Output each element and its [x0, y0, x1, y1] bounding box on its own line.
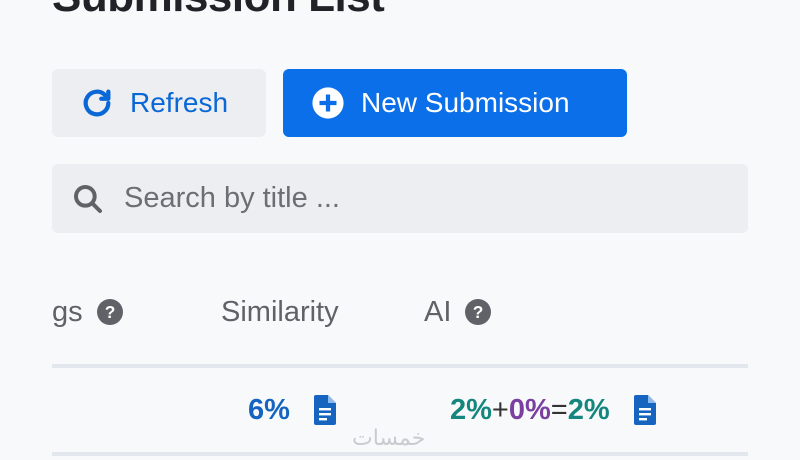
- column-header-similarity[interactable]: Similarity: [221, 290, 339, 334]
- ai-score-human: 2%: [450, 393, 492, 426]
- row-divider: [52, 452, 748, 456]
- column-header-ai[interactable]: AI ?: [424, 290, 492, 334]
- ai-score-plus: +: [491, 393, 509, 426]
- refresh-icon: [80, 86, 114, 120]
- ai-score-equals: =: [550, 393, 568, 426]
- similarity-score[interactable]: 6%: [248, 394, 290, 427]
- svg-text:?: ?: [104, 302, 115, 322]
- new-submission-button[interactable]: New Submission: [283, 69, 627, 137]
- search-box[interactable]: [52, 164, 748, 233]
- document-icon[interactable]: [633, 395, 656, 425]
- table-row-ai-cell[interactable]: 2% + 0% = 2%: [450, 388, 656, 432]
- ai-score-paraphrase: 0%: [508, 393, 551, 426]
- help-icon[interactable]: ?: [96, 299, 123, 325]
- watermark: خمسات: [352, 426, 426, 451]
- column-header-flags-label: gs: [52, 295, 83, 328]
- column-header-ai-label: AI: [424, 295, 452, 328]
- refresh-label: Refresh: [130, 87, 229, 118]
- page-title: Submission List: [52, 0, 385, 22]
- help-icon[interactable]: ?: [465, 299, 492, 325]
- header-divider: [52, 364, 748, 368]
- refresh-button[interactable]: Refresh: [52, 69, 266, 137]
- ai-score-total: 2%: [567, 393, 610, 426]
- plus-circle-icon: [311, 86, 345, 120]
- search-input[interactable]: [122, 181, 748, 216]
- new-submission-label: New Submission: [361, 87, 570, 118]
- search-icon: [72, 183, 104, 215]
- column-header-flags[interactable]: gs ?: [52, 290, 123, 334]
- document-icon[interactable]: [313, 395, 336, 425]
- svg-text:?: ?: [473, 302, 484, 322]
- table-row-similarity-cell[interactable]: 6%: [248, 388, 336, 432]
- column-header-similarity-label: Similarity: [221, 295, 339, 328]
